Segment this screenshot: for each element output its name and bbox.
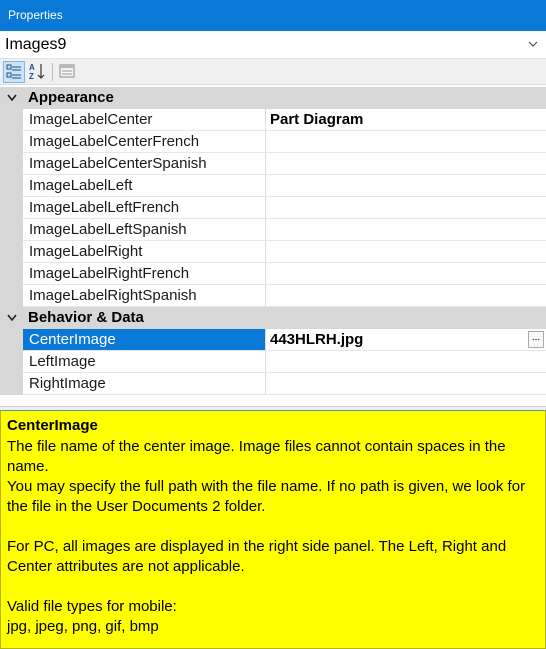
help-line: jpg, jpeg, png, gif, bmp: [7, 618, 159, 635]
property-name: ImageLabelRightSpanish: [23, 285, 266, 307]
help-panel: CenterImage The file name of the center …: [0, 410, 546, 649]
help-title: CenterImage: [7, 417, 98, 434]
property-name: CenterImage: [23, 329, 266, 351]
chevron-down-icon: [528, 41, 538, 47]
property-row[interactable]: ImageLabelRightSpanish: [0, 285, 546, 307]
object-selector-value: Images9: [5, 35, 67, 53]
property-row[interactable]: LeftImage: [0, 351, 546, 373]
property-name: ImageLabelCenterSpanish: [23, 153, 266, 175]
alphabetical-button[interactable]: A Z: [27, 61, 49, 83]
object-selector[interactable]: Images9: [0, 31, 546, 59]
category-behavior-data[interactable]: Behavior & Data: [0, 307, 546, 329]
property-value[interactable]: [266, 197, 546, 219]
property-grid: Appearance ImageLabelCenter Part Diagram…: [0, 87, 546, 406]
browse-ellipsis-button[interactable]: ...: [528, 331, 544, 348]
property-value[interactable]: [266, 175, 546, 197]
property-name: ImageLabelRightFrench: [23, 263, 266, 285]
help-line: You may specify the full path with the f…: [7, 478, 526, 515]
help-line: [7, 517, 539, 537]
help-line: For PC, all images are displayed in the …: [7, 538, 507, 575]
property-row[interactable]: ImageLabelCenterSpanish: [0, 153, 546, 175]
property-value[interactable]: [266, 131, 546, 153]
property-pages-button[interactable]: [57, 61, 79, 83]
property-value[interactable]: Part Diagram: [266, 109, 546, 131]
property-name: ImageLabelRight: [23, 241, 266, 263]
property-name: ImageLabelLeftFrench: [23, 197, 266, 219]
property-value[interactable]: [266, 219, 546, 241]
property-value[interactable]: [266, 285, 546, 307]
property-row[interactable]: ImageLabelLeftFrench: [0, 197, 546, 219]
help-line: [7, 577, 539, 597]
svg-text:A: A: [29, 63, 35, 72]
property-value[interactable]: [266, 351, 546, 373]
help-description: The file name of the center image. Image…: [7, 437, 539, 637]
help-line: Valid file types for mobile:: [7, 598, 177, 615]
category-label: Behavior & Data: [28, 309, 144, 326]
property-name: LeftImage: [23, 351, 266, 373]
window-title: Properties: [0, 0, 546, 31]
property-name: ImageLabelCenter: [23, 109, 266, 131]
property-name: ImageLabelLeft: [23, 175, 266, 197]
property-name: RightImage: [23, 373, 266, 395]
property-row[interactable]: ImageLabelCenter Part Diagram: [0, 109, 546, 131]
property-value[interactable]: [266, 153, 546, 175]
property-value[interactable]: 443HLRH.jpg ...: [266, 329, 546, 351]
property-value[interactable]: [266, 263, 546, 285]
sort-alpha-icon: A Z: [29, 63, 45, 81]
collapse-chevron-icon[interactable]: [6, 93, 18, 103]
property-row[interactable]: ImageLabelLeft: [0, 175, 546, 197]
property-row[interactable]: ImageLabelCenterFrench: [0, 131, 546, 153]
property-value[interactable]: [266, 241, 546, 263]
property-row[interactable]: ImageLabelRightFrench: [0, 263, 546, 285]
property-value-text: 443HLRH.jpg: [270, 331, 364, 348]
help-line: The file name of the center image. Image…: [7, 438, 506, 475]
property-name: ImageLabelCenterFrench: [23, 131, 266, 153]
svg-text:Z: Z: [29, 72, 34, 81]
toolbar-separator: [52, 63, 53, 81]
categorized-button[interactable]: [3, 61, 25, 83]
category-label: Appearance: [28, 89, 114, 106]
property-row-selected[interactable]: CenterImage 443HLRH.jpg ...: [0, 329, 546, 351]
property-name: ImageLabelLeftSpanish: [23, 219, 266, 241]
collapse-chevron-icon[interactable]: [6, 313, 18, 323]
property-value[interactable]: [266, 373, 546, 395]
categorized-icon: [6, 64, 21, 79]
toolbar: A Z: [0, 59, 546, 85]
property-row[interactable]: ImageLabelRight: [0, 241, 546, 263]
property-pages-icon: [59, 64, 75, 78]
category-appearance[interactable]: Appearance: [0, 87, 546, 109]
property-row[interactable]: RightImage: [0, 373, 546, 395]
property-row[interactable]: ImageLabelLeftSpanish: [0, 219, 546, 241]
